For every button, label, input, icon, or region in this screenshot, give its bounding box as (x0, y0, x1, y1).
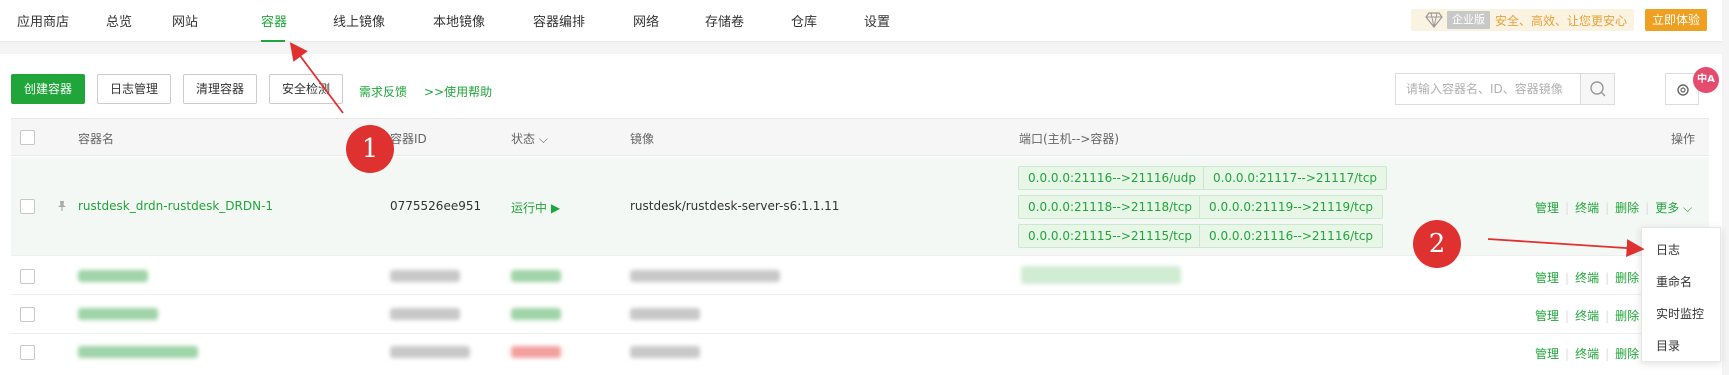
annotation-arrows (289, 42, 1645, 258)
arrow-to-logs-item (1487, 238, 1645, 258)
annotation-marker-2: 2 (1413, 220, 1461, 268)
arrow-to-container-tab (289, 42, 344, 114)
annotation-marker-1: 1 (346, 125, 394, 173)
